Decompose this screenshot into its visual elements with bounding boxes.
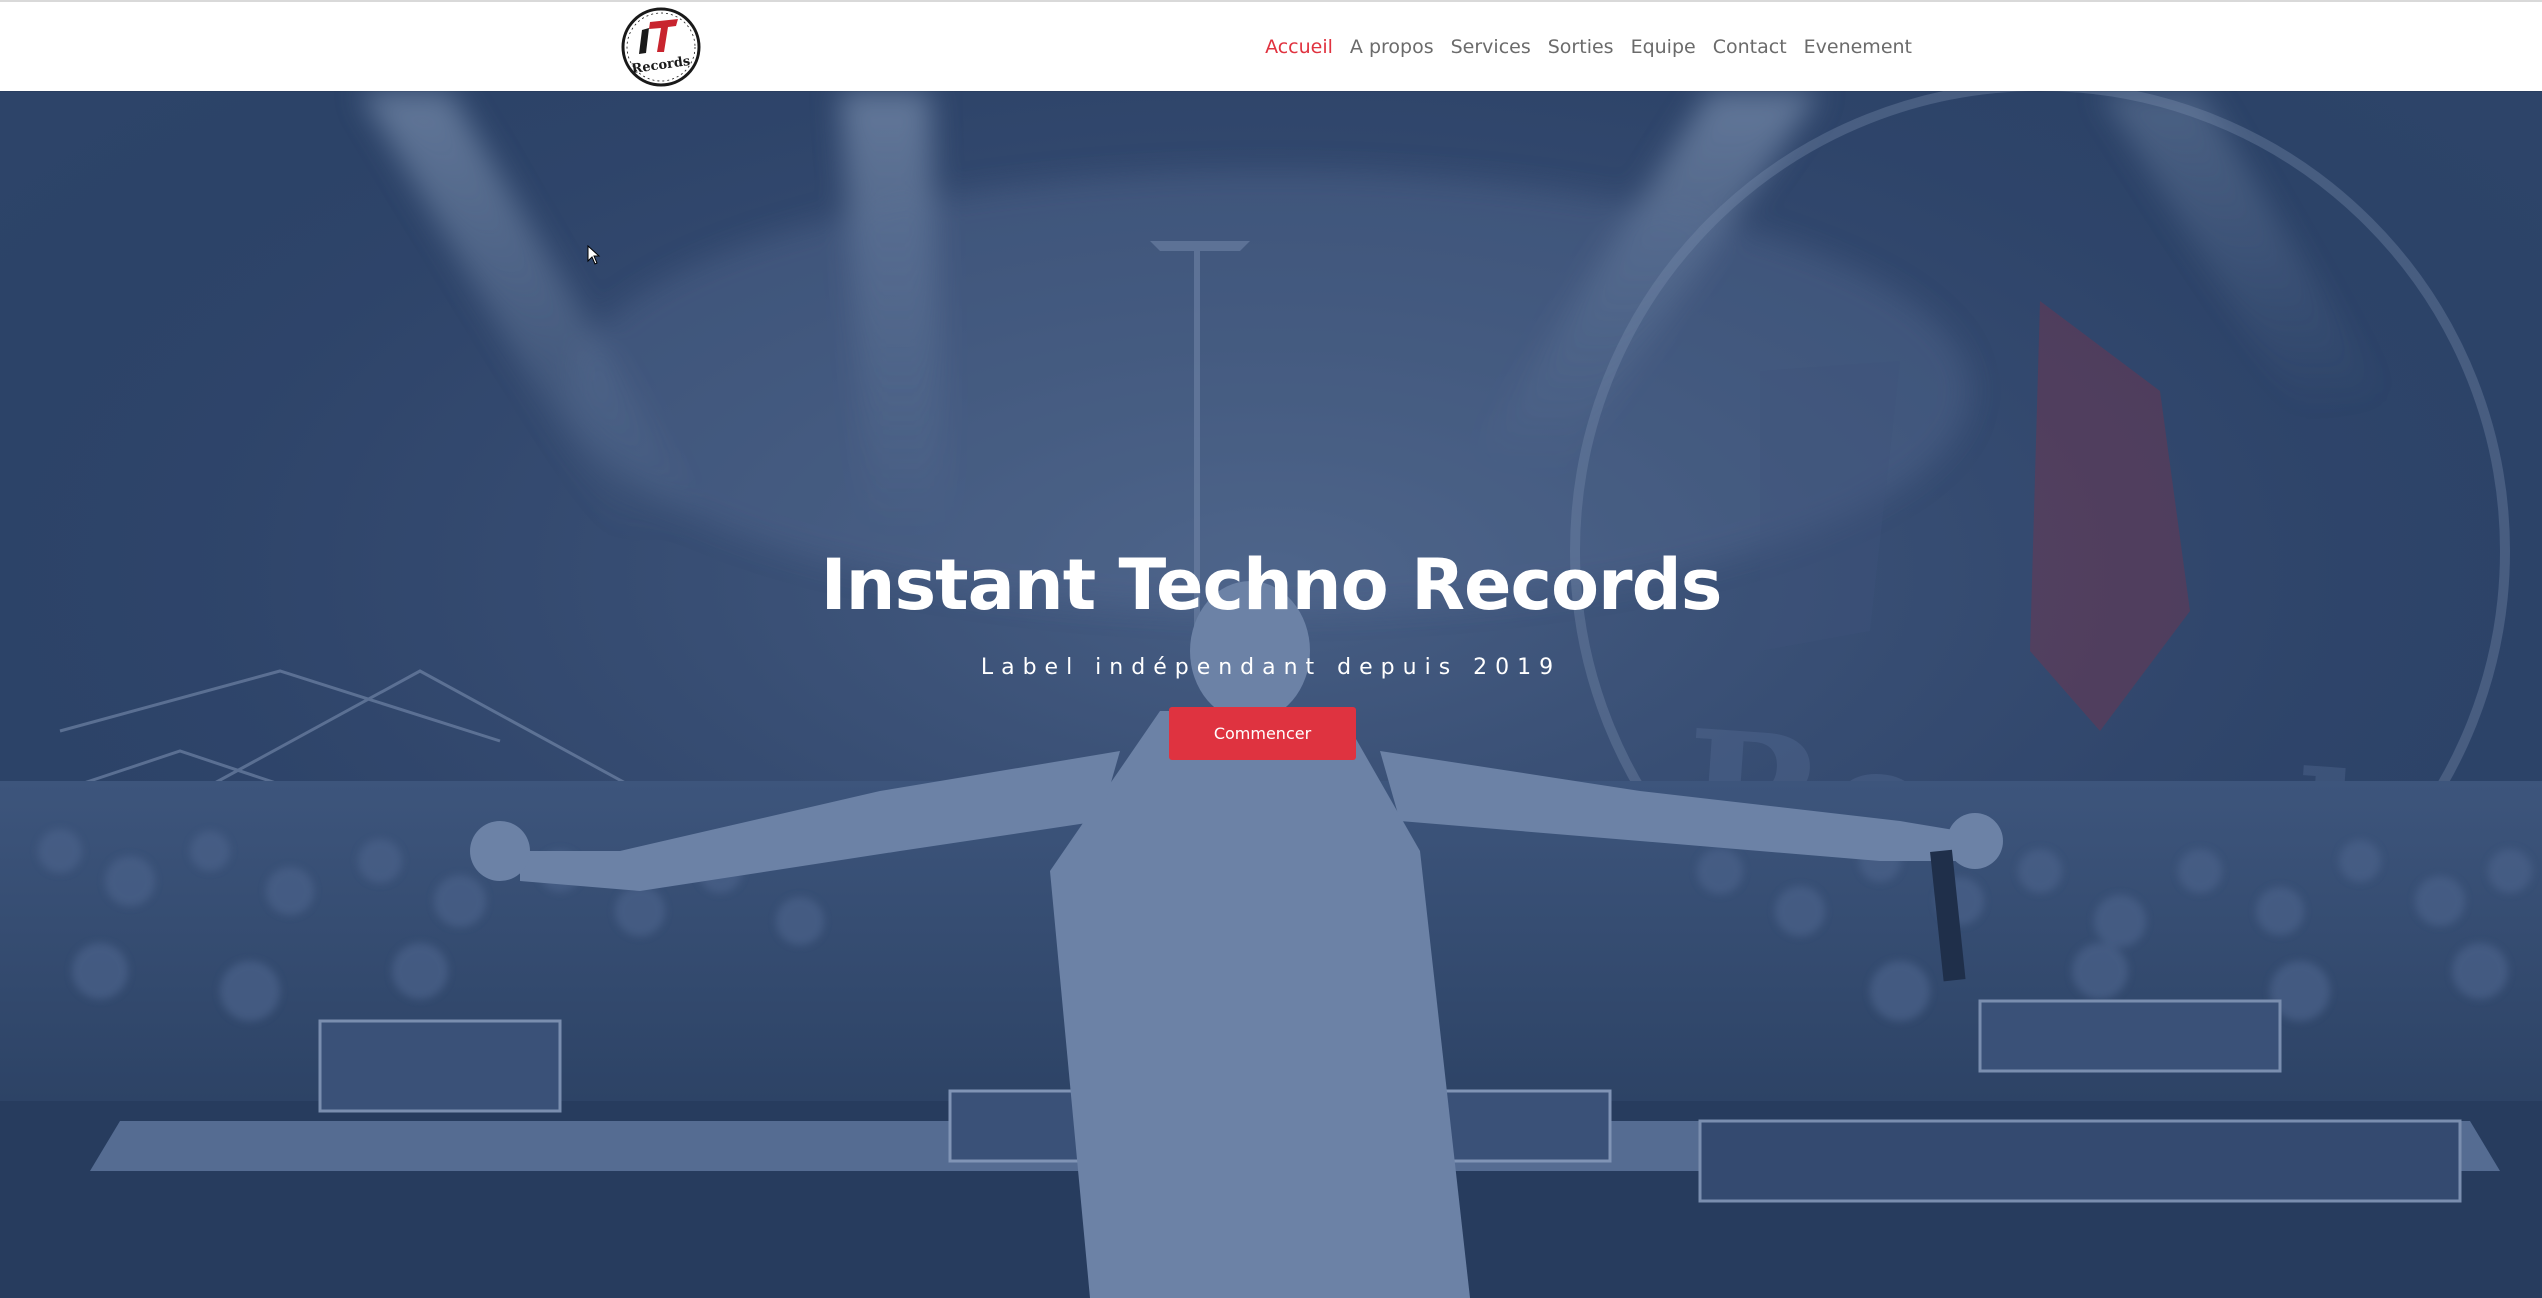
logo-icon[interactable]: Records (620, 6, 702, 88)
site-header: Records Accueil A propos Services Sortie… (0, 0, 2542, 91)
nav-item-contact[interactable]: Contact (1713, 36, 1787, 58)
commencer-button[interactable]: Commencer (1169, 707, 1356, 760)
nav-item-equipe[interactable]: Equipe (1631, 36, 1696, 58)
nav-item-evenement[interactable]: Evenement (1804, 36, 1912, 58)
hero-subtitle: Label indépendant depuis 2019 (980, 655, 1562, 680)
nav-item-services[interactable]: Services (1451, 36, 1531, 58)
hero-section: Records (0, 91, 2542, 1298)
main-nav: Accueil A propos Services Sorties Equipe… (1265, 2, 1912, 91)
nav-item-sorties[interactable]: Sorties (1548, 36, 1614, 58)
mouse-cursor-icon (587, 245, 601, 265)
hero-background-image: Records (0, 91, 2542, 1298)
nav-item-accueil[interactable]: Accueil (1265, 36, 1333, 58)
hero-title: Instant Techno Records (820, 544, 1723, 626)
nav-item-a-propos[interactable]: A propos (1350, 36, 1434, 58)
